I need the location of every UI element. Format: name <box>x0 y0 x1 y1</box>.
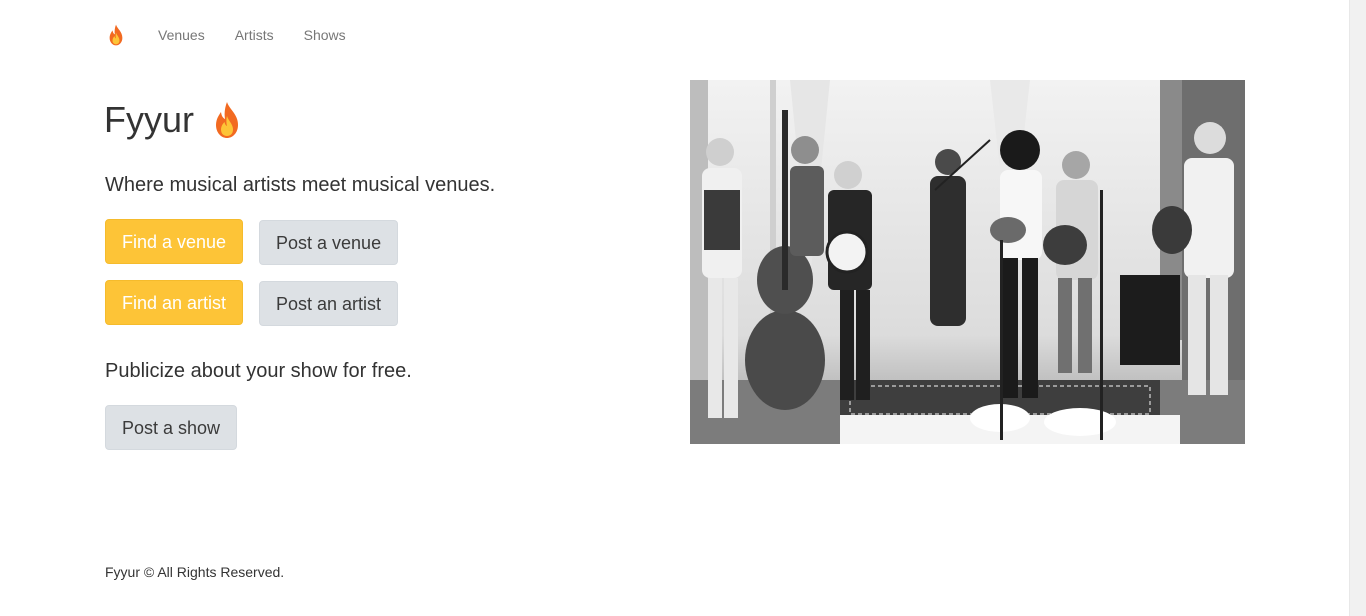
hero-image <box>690 80 1245 444</box>
publicize-text: Publicize about your show for free. <box>105 360 412 382</box>
find-venue-button[interactable]: Find a venue <box>105 219 244 264</box>
post-venue-button[interactable]: Post a venue <box>259 220 399 265</box>
flame-icon <box>216 102 238 138</box>
brand-logo-link[interactable] <box>107 24 158 46</box>
nav-shows[interactable]: Shows <box>304 22 346 48</box>
flame-icon <box>109 24 123 46</box>
page-scrollbar[interactable] <box>1349 0 1366 616</box>
page-title: Fyyur <box>104 99 194 140</box>
post-artist-button[interactable]: Post an artist <box>259 281 399 326</box>
find-artist-button[interactable]: Find an artist <box>105 280 244 325</box>
nav-venues[interactable]: Venues <box>158 22 205 48</box>
hero-heading: Fyyur <box>104 98 242 142</box>
post-show-button[interactable]: Post a show <box>105 405 238 450</box>
footer-copyright: Fyyur © All Rights Reserved. <box>105 564 285 580</box>
band-photo <box>690 80 1245 444</box>
tagline: Where musical artists meet musical venue… <box>105 174 496 196</box>
page: Venues Artists Shows Fyyur Where musical… <box>0 0 1366 616</box>
navbar: Venues Artists Shows <box>107 22 376 48</box>
nav-artists[interactable]: Artists <box>235 22 274 48</box>
